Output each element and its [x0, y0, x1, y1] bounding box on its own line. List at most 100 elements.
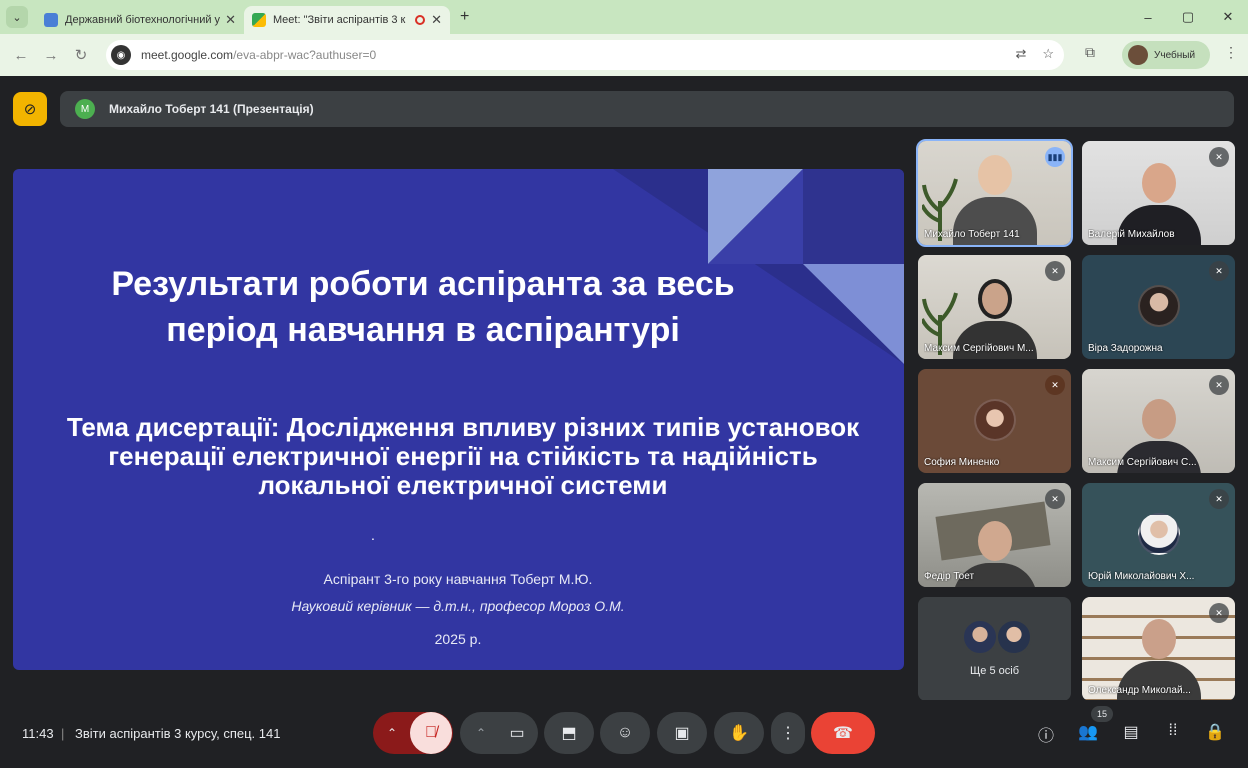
browser-toolbar: ← → ↻ ◉ meet.google.com/eva-abpr-wac?aut…	[0, 34, 1248, 76]
participant-name: Юрій Миколайович Х...	[1088, 571, 1195, 582]
participant-tile[interactable]: ✕ Федір Тоет	[918, 483, 1071, 587]
presenter-bar: M Михайло Тоберт 141 (Презентація)	[60, 91, 1234, 127]
window-controls: – ▢ ✕	[1128, 0, 1248, 34]
profile-button[interactable]: Учебный	[1122, 41, 1210, 69]
speaking-indicator-icon: ▮▮▮	[1045, 147, 1065, 167]
participant-name: Олександр Миколай...	[1088, 685, 1191, 696]
presenter-avatar: M	[75, 99, 95, 119]
meet-favicon-icon	[252, 13, 266, 27]
avatar	[1137, 285, 1180, 327]
more-participants-label: Ще 5 осіб	[969, 665, 1020, 677]
extensions-puzzle-icon[interactable]: ⧉	[1080, 44, 1100, 64]
tab-search-button[interactable]: ⌄	[6, 6, 28, 28]
tab-biotech-university[interactable]: Державний біотехнологічний у ✕	[36, 6, 244, 34]
slide-supervisor: Науковий керівник — д.т.н., професор Мор…	[291, 598, 625, 614]
forward-arrow-icon[interactable]: →	[36, 47, 66, 64]
leave-call-button[interactable]: ☎	[811, 712, 875, 754]
presentation-slide: Результати роботи аспіранта за весь пері…	[13, 169, 904, 670]
mic-toggle-button[interactable]: 🎙̸	[410, 712, 452, 754]
raise-hand-button[interactable]: ✋	[714, 712, 764, 754]
avatar	[1128, 45, 1148, 65]
more-participants-avatars	[960, 619, 1040, 659]
browser-menu-icon[interactable]: ⋮	[1224, 44, 1238, 61]
browser-tab-bar: ⌄ Державний біотехнологічний у ✕ Meet: "…	[0, 0, 1248, 34]
avatar	[996, 619, 1032, 655]
slide-dot: .	[371, 527, 375, 543]
host-controls-lock-icon[interactable]: 🔒	[1203, 722, 1227, 742]
mic-muted-icon: ✕	[1045, 375, 1065, 395]
address-bar-actions: ⇄ ☆	[1015, 46, 1054, 62]
close-window-button[interactable]: ✕	[1208, 9, 1248, 25]
site-info-icon[interactable]: ◉	[111, 45, 131, 65]
separator: |	[61, 726, 65, 741]
participant-name: Максим Сергійович С...	[1088, 457, 1197, 468]
mic-muted-icon: ✕	[1209, 147, 1229, 167]
slide-topic: Тема дисертації: Дослідження впливу різн…	[66, 412, 860, 500]
mic-muted-icon: ✕	[1209, 603, 1229, 623]
participant-tile[interactable]: ✕ Юрій Миколайович Х...	[1082, 483, 1235, 587]
mic-muted-icon: ✕	[1209, 489, 1229, 509]
participant-count-badge: 15	[1091, 706, 1113, 722]
camera-toggle-icon[interactable]: ▭	[499, 723, 535, 743]
close-tab-icon[interactable]: ✕	[431, 12, 442, 28]
chat-icon[interactable]: ▤	[1119, 722, 1143, 742]
chevron-down-icon: ⌄	[12, 11, 22, 24]
participant-name: Валерій Михайлов	[1088, 229, 1175, 240]
mic-muted-icon: ✕	[1045, 489, 1065, 509]
participant-tile[interactable]: ▮▮▮ Михайло Тоберт 141	[916, 139, 1073, 247]
participant-name: Віра Задорожна	[1088, 343, 1163, 354]
slide-author: Аспірант 3-го року навчання Тоберт М.Ю.	[323, 571, 593, 587]
captions-icon: ▣	[674, 725, 690, 742]
participant-name: София Миненко	[924, 457, 1000, 468]
slide-year: 2025 р.	[434, 631, 482, 647]
mic-muted-icon: ✕	[1209, 261, 1229, 281]
audio-options-chevron-icon[interactable]: ⌃	[374, 726, 410, 740]
present-screen-button[interactable]: ⬒	[544, 712, 594, 754]
more-vert-icon: ⋮	[780, 725, 796, 742]
back-arrow-icon[interactable]: ←	[6, 47, 36, 64]
slide-title: Результати роботи аспіранта за весь пері…	[111, 265, 735, 349]
site-favicon-icon	[44, 13, 58, 27]
video-options-chevron-icon[interactable]: ⌃	[463, 726, 499, 740]
presenter-name: Михайло Тоберт 141 (Презентація)	[109, 102, 314, 116]
avatar	[1137, 513, 1180, 555]
profile-label: Учебный	[1154, 49, 1196, 61]
bookmark-star-icon[interactable]: ☆	[1042, 46, 1054, 62]
url-text: meet.google.com/eva-abpr-wac?authuser=0	[141, 48, 377, 62]
captions-button[interactable]: ▣	[657, 712, 707, 754]
address-bar[interactable]: ◉ meet.google.com/eva-abpr-wac?authuser=…	[106, 40, 1064, 70]
meet-control-bar: 11:43 | Звіти аспірантів 3 курсу, спец. …	[0, 700, 1248, 768]
participant-tile[interactable]: ✕ Максим Сергійович М...	[918, 255, 1071, 359]
meeting-clock: 11:43	[22, 726, 54, 741]
tab-google-meet[interactable]: Meet: "Звіти аспірантів 3 к ✕	[244, 6, 450, 34]
camera-control-group: ⌃ ▭	[460, 712, 538, 754]
close-tab-icon[interactable]: ✕	[225, 12, 236, 28]
reactions-button[interactable]: ☺	[600, 712, 650, 754]
participant-tile[interactable]: ✕ Олександр Миколай...	[1082, 597, 1235, 701]
more-options-button[interactable]: ⋮	[771, 712, 805, 754]
participant-name: Михайло Тоберт 141	[924, 229, 1020, 240]
avatar	[962, 619, 998, 655]
mic-off-icon: 🎙̸	[425, 724, 437, 741]
participant-name: Федір Тоет	[924, 571, 975, 582]
participant-tile[interactable]: ✕ Валерій Михайлов	[1082, 141, 1235, 245]
tab-title: Meet: "Звіти аспірантів 3 к	[273, 14, 406, 26]
participant-tile[interactable]: ✕ Максим Сергійович С...	[1082, 369, 1235, 473]
reload-icon[interactable]: ↻	[66, 46, 96, 64]
mic-control-group: ⌃ 🎙̸	[373, 712, 453, 754]
maximize-button[interactable]: ▢	[1168, 9, 1208, 25]
participant-tile[interactable]: ✕ София Миненко	[918, 369, 1071, 473]
participant-tile[interactable]: ✕ Віра Задорожна	[1082, 255, 1235, 359]
participant-name: Максим Сергійович М...	[924, 343, 1034, 354]
meeting-info-icon[interactable]: ⓘ	[1034, 722, 1058, 746]
tab-title: Державний біотехнологічний у	[65, 14, 221, 26]
more-participants-tile[interactable]: Ще 5 осіб	[918, 597, 1071, 701]
camera-off-icon[interactable]: ⊘	[13, 92, 47, 126]
hand-icon: ✋	[729, 725, 749, 742]
present-screen-icon: ⬒	[561, 725, 577, 742]
translate-icon[interactable]: ⇄	[1015, 46, 1026, 62]
new-tab-button[interactable]: +	[460, 8, 469, 26]
activities-grid-icon[interactable]: ⁞⁞	[1161, 722, 1185, 740]
people-icon[interactable]: 👥	[1076, 722, 1100, 742]
minimize-button[interactable]: –	[1128, 10, 1168, 25]
